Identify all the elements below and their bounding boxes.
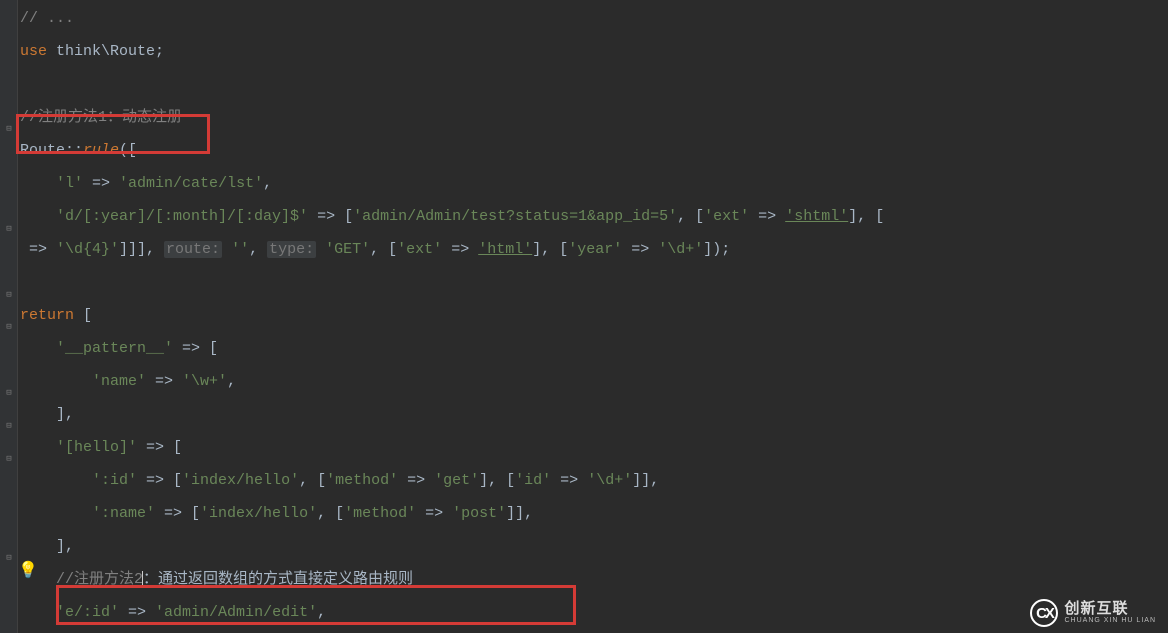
code-line: Route::rule([ [20, 134, 1168, 167]
code-line: => '\d{4}']]], route: '', type: 'GET', [… [20, 233, 1168, 266]
code-line: //注册方法1：动态注册 [20, 101, 1168, 134]
code-line: '[hello]' => [ [20, 431, 1168, 464]
code-line: return [ [20, 299, 1168, 332]
code-line: 'name' => '\w+', [20, 365, 1168, 398]
logo-mark: CX [1030, 599, 1058, 627]
logo-text-cn: 创新互联 [1064, 601, 1156, 618]
code-line: 'd/[:year]/[:month]/[:day]$' => ['admin/… [20, 200, 1168, 233]
code-line: ], [20, 530, 1168, 563]
code-line: // ... [20, 2, 1168, 35]
code-line [20, 68, 1168, 101]
code-line: '__pattern__' => [ [20, 332, 1168, 365]
code-line: ':name' => ['index/hello', ['method' => … [20, 497, 1168, 530]
code-line: 'l' => 'admin/cate/lst', [20, 167, 1168, 200]
code-line: use think\Route; [20, 35, 1168, 68]
watermark-logo: CX 创新互联 CHUANG XIN HU LIAN [1030, 599, 1156, 627]
code-line [20, 266, 1168, 299]
logo-text-en: CHUANG XIN HU LIAN [1064, 617, 1156, 625]
code-line: ':id' => ['index/hello', ['method' => 'g… [20, 464, 1168, 497]
code-line: ], [20, 398, 1168, 431]
code-line: //注册方法2：通过返回数组的方式直接定义路由规则 [20, 563, 1168, 596]
code-line: 'e/:id' => 'admin/Admin/edit', [20, 596, 1168, 629]
code-editor[interactable]: // ... use think\Route; //注册方法1：动态注册 Rou… [0, 0, 1168, 629]
